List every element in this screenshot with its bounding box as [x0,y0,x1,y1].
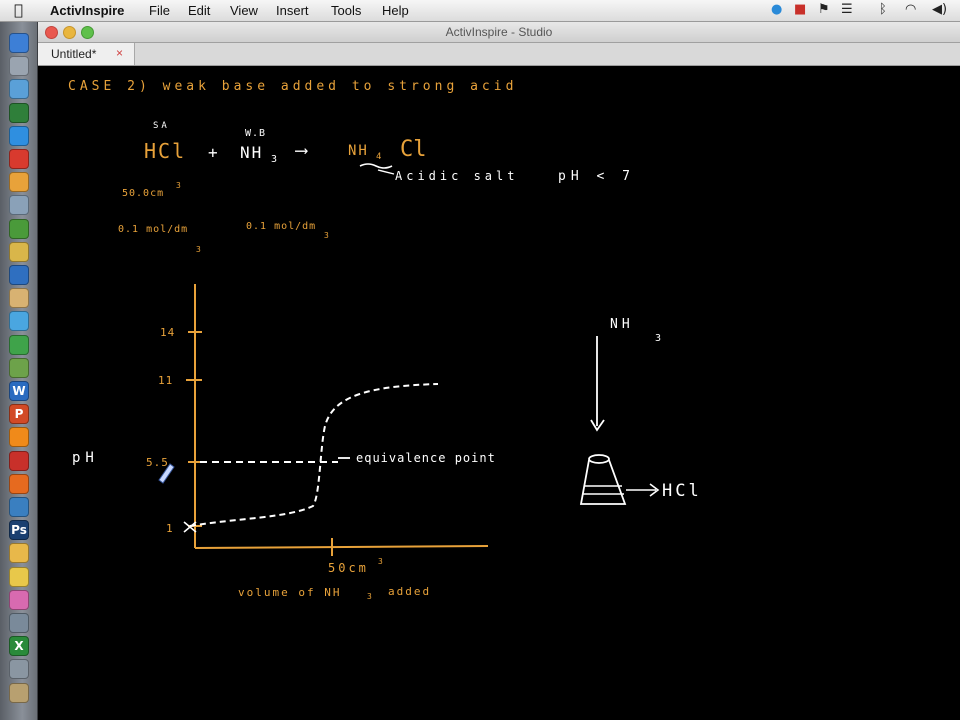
pdf-reader-icon[interactable] [9,450,29,471]
base-concentration: 0.1 mol/dm [246,221,316,232]
flask-content-arrow [626,483,660,497]
acid-concentration: 0.1 mol/dm [118,224,188,235]
nh4-formula: NH [348,143,369,159]
nh4-subscript: 4 [376,152,384,162]
calendar-icon[interactable] [9,149,29,169]
pdf-icon[interactable]: ■ [794,2,806,17]
menu-help[interactable]: Help [382,3,409,18]
photos-icon[interactable] [9,79,29,100]
y-axis-label: pH [72,450,99,466]
plus-sign: + [208,143,221,162]
image-icon[interactable] [9,172,29,193]
heading-text: CASE 2) weak base added to strong acid [68,79,517,94]
nh3-formula: NH [240,143,263,162]
photoshop-icon[interactable]: Ps [9,520,29,541]
sketch-icon[interactable] [9,543,29,564]
x-tick-label: 50cm [328,561,369,575]
y-tick-label-1: 1 [166,522,176,535]
bluetooth-icon[interactable]: ᛒ [879,2,887,17]
menu-edit[interactable]: Edit [188,3,210,18]
reaction-arrow: ⟶ [295,140,308,161]
colorsync-icon[interactable] [9,589,29,610]
vlc-icon[interactable] [9,427,29,448]
wifi-icon[interactable]: ◠ [905,2,916,17]
acid-volume: 50.0cm [122,188,164,199]
scripts-icon[interactable] [9,682,29,703]
y-tick-label-14: 14 [160,326,175,339]
x-tick-label-sup: 3 [378,557,386,566]
strong-acid-label: SA [153,121,170,131]
menu-insert[interactable]: Insert [276,3,309,18]
powerpoint-icon[interactable]: P [9,404,29,425]
x-axis-label-tail: added [388,585,431,598]
tab-close-icon[interactable]: × [116,46,123,60]
apple-icon[interactable]:  [14,1,23,19]
pencil-icon[interactable] [9,566,29,587]
x-axis-label: volume of NH [238,586,341,599]
chart-icon[interactable] [9,218,29,239]
product-underline [359,163,393,169]
flask-body [579,459,627,505]
menu-view[interactable]: View [230,3,258,18]
map-icon[interactable] [9,357,29,378]
flipchart-canvas[interactable]: CASE 2) weak base added to strong acid S… [38,66,960,720]
preview-icon[interactable] [9,195,29,216]
hcl-formula: HCl [144,139,186,163]
flask-liquid [583,485,624,495]
rocket-icon[interactable] [9,56,29,77]
equivalence-label: equivalence point [356,451,496,465]
menu-file[interactable]: File [149,3,170,18]
appstore-icon[interactable] [9,125,29,146]
dock: W P Ps X [0,22,38,720]
cl-formula: Cl [400,137,427,162]
lion-icon[interactable] [9,288,29,309]
word-icon[interactable]: W [9,381,29,401]
finder-icon[interactable] [9,33,29,53]
product-pointer [377,169,395,175]
app-name-menu[interactable]: ActivInspire [50,3,124,18]
flask-reagent-nh3: NH [610,317,634,332]
flask-neck [588,454,610,464]
x-axis [194,545,489,549]
y-tick-label-5-5: 5.5 [146,456,169,469]
window-title-bar: ActivInspire - Studio [38,22,960,43]
nh3-subscript: 3 [271,154,280,165]
network-icon[interactable] [9,497,29,517]
menu-tools[interactable]: Tools [331,3,361,18]
y-tick-label-11: 11 [158,374,173,387]
x-axis-label-sub: 3 [367,592,375,601]
globe-icon[interactable] [9,265,29,285]
tab-untitled[interactable]: Untitled* × [38,43,135,65]
acid-volume-sup: 3 [176,181,184,190]
flask-content-hcl: HCl [662,481,702,501]
acid-concentration-sup: 3 [196,245,204,254]
menu-bar:  ActivInspire File Edit View Insert Too… [0,0,960,22]
flask-reagent-nh3-sub: 3 [655,333,664,344]
firefox-icon[interactable] [9,473,29,494]
excel-icon[interactable]: X [9,636,29,657]
star-icon[interactable] [9,241,29,262]
volume-icon[interactable]: ◀) [932,2,947,17]
safari-icon[interactable] [9,311,29,332]
base-concentration-sup: 3 [324,231,332,240]
list-icon[interactable]: ☰ [841,2,853,17]
tab-label: Untitled* [51,47,97,61]
acidic-salt-note: Acidic salt [395,169,518,183]
skype-icon[interactable]: ● [771,2,782,17]
chrome-icon[interactable] [9,334,29,355]
flag-icon[interactable]: ⚑ [818,2,830,17]
facetime-icon[interactable] [9,102,29,123]
window-title: ActivInspire - Studio [445,25,553,39]
tab-bar: Untitled* × [38,43,960,66]
ph-note: pH < 7 [558,169,635,184]
weak-base-label: W.B [245,128,266,139]
tools-icon[interactable] [9,659,29,680]
misc-icon[interactable] [9,613,29,633]
